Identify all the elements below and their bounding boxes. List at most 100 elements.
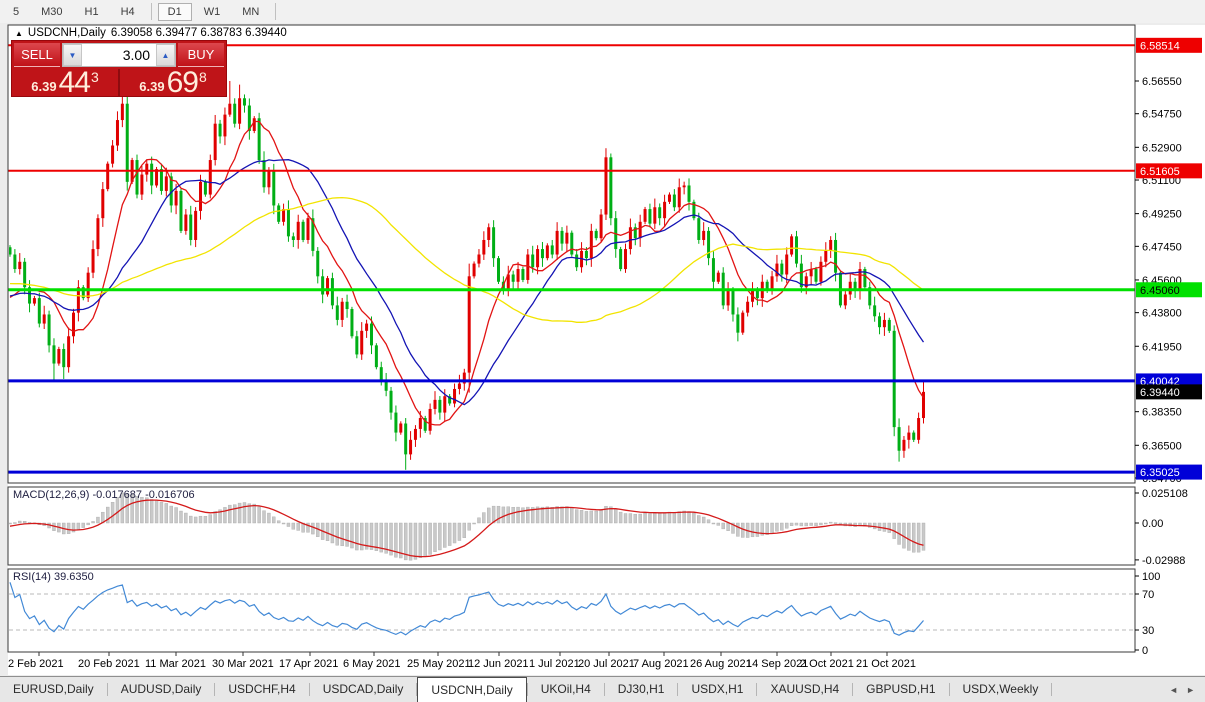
candle-body: [668, 195, 671, 202]
macd-bar: [673, 512, 676, 523]
candle-body: [873, 305, 876, 316]
symbol-period-label: USDCNH,Daily: [28, 27, 106, 39]
candle-body: [907, 433, 910, 440]
candle-body: [263, 160, 266, 187]
candle-body: [815, 269, 818, 282]
one-click-trading-panel: SELL ▼ 3.00 ▲ BUY 6.39 44 3 6.39 69 8: [11, 40, 227, 97]
macd-bar: [297, 523, 300, 530]
macd-bar: [199, 516, 202, 523]
candle-body: [492, 227, 495, 258]
chart-tab-usdchf-h4[interactable]: USDCHF,H4: [215, 677, 308, 702]
volume-decrease-icon[interactable]: ▼: [63, 44, 82, 66]
candle-body: [736, 314, 739, 332]
date-axis-label: 30 Mar 2021: [212, 658, 274, 670]
chart-tab-gbpusd-h1[interactable]: GBPUSD,H1: [853, 677, 948, 702]
timeframe-button-h1[interactable]: H1: [75, 3, 109, 21]
macd-bar: [409, 523, 412, 560]
date-axis-label: 17 Apr 2021: [279, 658, 338, 670]
timeframe-button-mn[interactable]: MN: [232, 3, 269, 21]
volume-value[interactable]: 3.00: [82, 44, 156, 66]
buy-price[interactable]: 6.39 69 8: [120, 69, 226, 96]
chart-tab-usdcnh-daily[interactable]: USDCNH,Daily: [417, 677, 526, 702]
macd-bar: [810, 523, 813, 526]
candle-body: [536, 249, 539, 267]
tab-scroll-left-icon[interactable]: ◄: [1169, 685, 1178, 695]
candle-body: [639, 222, 642, 238]
timeframe-button-d1[interactable]: D1: [158, 3, 192, 21]
macd-bar: [253, 504, 256, 523]
macd-bar: [424, 523, 427, 557]
candle-body: [727, 291, 730, 306]
macd-bar: [917, 523, 920, 552]
macd-bar: [165, 503, 168, 523]
candle-body: [512, 274, 515, 281]
candle-body: [902, 440, 905, 451]
candle-body: [184, 215, 187, 231]
macd-bar: [824, 523, 827, 524]
candle-body: [194, 211, 197, 240]
candle-body: [429, 409, 432, 431]
chart-tab-ukoil-h4[interactable]: UKOil,H4: [528, 677, 604, 702]
chart-title: ▲ USDCNH,Daily 6.39058 6.39477 6.38783 6…: [15, 27, 287, 39]
candle-body: [355, 336, 358, 354]
volume-increase-icon[interactable]: ▲: [156, 44, 175, 66]
timeframe-button-m30[interactable]: M30: [31, 3, 72, 21]
chart-canvas[interactable]: 6.565506.547506.529006.511006.492506.474…: [0, 0, 1205, 676]
timeframe-button-5[interactable]: 5: [3, 3, 29, 21]
candle-body: [775, 264, 778, 277]
macd-bar: [463, 523, 466, 538]
candle-body: [565, 233, 568, 244]
chart-tab-dj30-h1[interactable]: DJ30,H1: [605, 677, 678, 702]
candle-body: [829, 240, 832, 251]
candle-body: [52, 345, 55, 363]
macd-bar: [600, 510, 603, 523]
candle-body: [604, 157, 607, 214]
chart-tab-xauusd-h4[interactable]: XAUUSD,H4: [757, 677, 852, 702]
chart-tab-usdx-weekly[interactable]: USDX,Weekly: [950, 677, 1052, 702]
macd-bar: [663, 513, 666, 523]
macd-bar: [360, 523, 363, 550]
chart-tab-audusd-daily[interactable]: AUDUSD,Daily: [108, 677, 215, 702]
candle-body: [819, 262, 822, 282]
candle-body: [404, 423, 407, 454]
candle-body: [526, 255, 529, 280]
macd-bar: [433, 523, 436, 552]
macd-bar: [263, 511, 266, 523]
candle-body: [433, 400, 436, 409]
macd-bar: [575, 510, 578, 523]
chart-tab-eurusd-daily[interactable]: EURUSD,Daily: [0, 677, 107, 702]
candle-body: [13, 255, 16, 270]
macd-bar: [77, 523, 80, 529]
macd-bar: [570, 508, 573, 523]
candle-body: [282, 209, 285, 222]
macd-bar: [448, 523, 451, 546]
timeframe-button-h4[interactable]: H4: [111, 3, 145, 21]
candle-body: [160, 169, 163, 191]
collapse-triangle-icon[interactable]: ▲: [15, 29, 23, 38]
macd-bar: [565, 507, 568, 523]
tab-separator: [1051, 683, 1052, 696]
macd-bar: [541, 507, 544, 523]
price-axis-tick: 6.56550: [1142, 76, 1182, 88]
chart-tab-usdcad-daily[interactable]: USDCAD,Daily: [310, 677, 417, 702]
candle-body: [849, 282, 852, 295]
sell-price[interactable]: 6.39 44 3: [12, 69, 120, 96]
macd-bar: [92, 521, 95, 523]
timeframe-button-w1[interactable]: W1: [194, 3, 231, 21]
sell-button[interactable]: SELL: [14, 43, 60, 67]
macd-bar: [438, 523, 441, 550]
date-axis-label: 21 Oct 2021: [856, 658, 916, 670]
ohlc-values: 6.39058 6.39477 6.38783 6.39440: [111, 27, 287, 39]
candle-body: [204, 182, 207, 195]
date-axis-label: 26 Aug 2021: [690, 658, 752, 670]
buy-button[interactable]: BUY: [178, 43, 224, 67]
candle-body: [473, 264, 476, 277]
macd-bar: [346, 523, 349, 546]
chart-tab-usdx-h1[interactable]: USDX,H1: [678, 677, 756, 702]
macd-axis-tick: 0.025108: [1142, 488, 1188, 500]
candle-body: [223, 115, 226, 137]
macd-bar: [243, 503, 246, 523]
macd-bar: [326, 523, 329, 541]
macd-bar: [790, 523, 793, 526]
tab-scroll-right-icon[interactable]: ►: [1186, 685, 1195, 695]
